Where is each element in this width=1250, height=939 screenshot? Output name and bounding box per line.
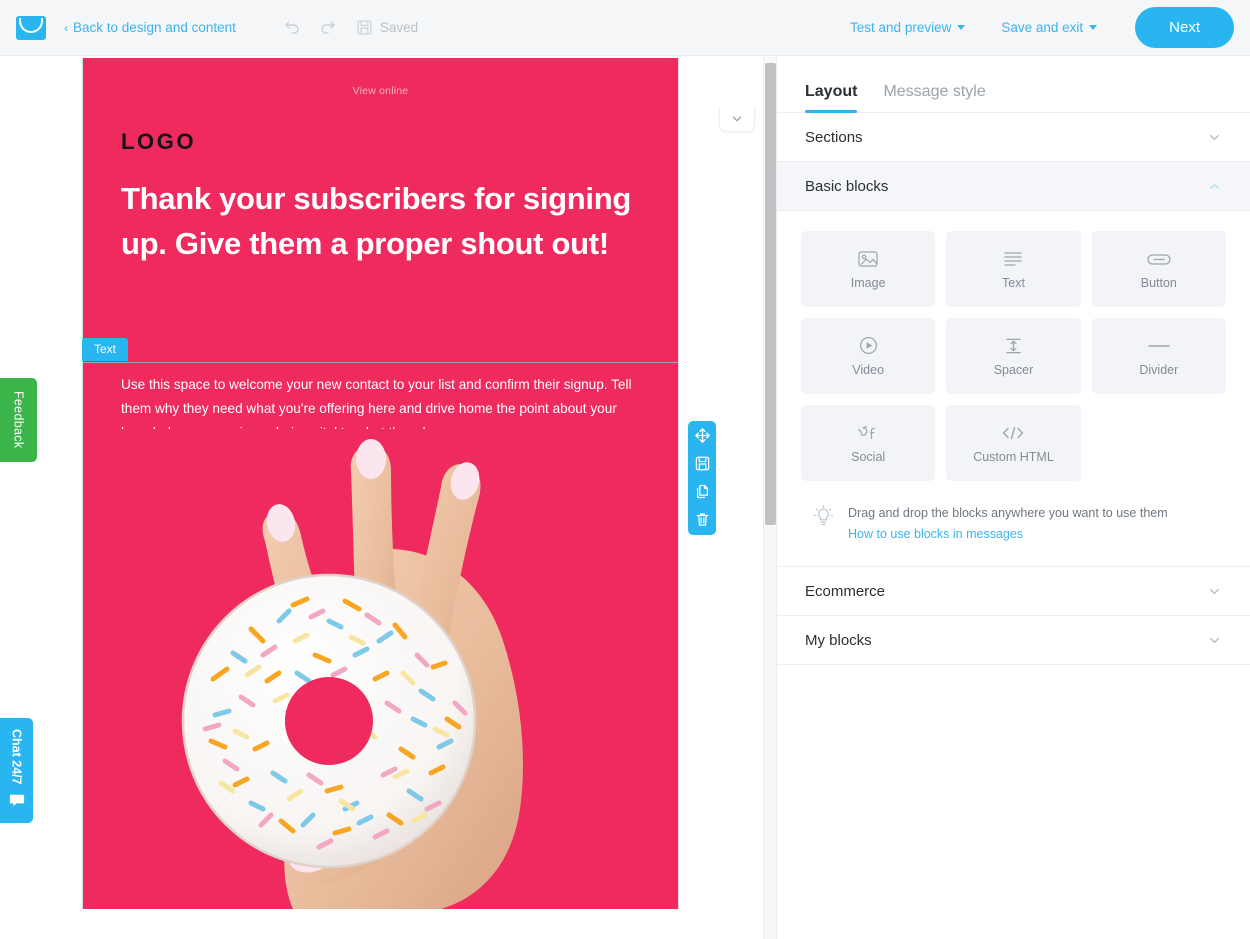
video-play-icon <box>858 336 879 356</box>
text-lines-icon <box>1002 249 1024 269</box>
layout-panel: Layout Message style Sections Basic bloc… <box>776 57 1250 939</box>
chat-tab-label: Chat 24/7 <box>9 729 24 785</box>
how-to-use-blocks-link[interactable]: How to use blocks in messages <box>848 527 1023 541</box>
floppy-disk-icon <box>356 19 373 36</box>
blocks-hint: Drag and drop the blocks anywhere you wa… <box>801 503 1226 544</box>
social-share-icon <box>855 423 881 443</box>
back-link-label: Back to design and content <box>73 20 236 35</box>
envelope-shape <box>19 17 43 33</box>
block-type-badge: Text <box>82 338 129 361</box>
block-divider[interactable]: Divider <box>1091 318 1226 394</box>
save-and-exit-menu[interactable]: Save and exit <box>983 20 1115 35</box>
topbar-actions: Test and preview Save and exit Next <box>832 7 1250 48</box>
block-spacer[interactable]: Spacer <box>946 318 1081 394</box>
basic-blocks-body: Image Text Button Video Spacer Divider S… <box>777 211 1250 568</box>
test-and-preview-label: Test and preview <box>850 20 952 35</box>
spacer-arrows-icon <box>1003 336 1024 356</box>
chevron-down-icon <box>1207 633 1222 648</box>
redo-icon[interactable] <box>318 18 338 38</box>
email-preview[interactable]: View online LOGO Thank your subscribers … <box>82 58 679 909</box>
lightbulb-icon <box>813 505 834 533</box>
block-text-label: Text <box>1002 275 1025 290</box>
basic-blocks-grid: Image Text Button Video Spacer Divider S… <box>801 231 1226 481</box>
canvas-scrollbar-thumb[interactable] <box>765 63 776 525</box>
duplicate-block-icon[interactable] <box>694 483 711 500</box>
chevron-left-icon: ‹ <box>64 20 68 35</box>
view-online-link[interactable]: View online <box>83 58 678 97</box>
chevron-down-icon <box>1089 25 1098 30</box>
back-to-design-link[interactable]: ‹ Back to design and content <box>64 20 236 35</box>
divider-line-icon <box>1146 336 1172 356</box>
button-pill-icon <box>1146 249 1172 269</box>
accordion-sections[interactable]: Sections <box>777 113 1250 162</box>
accordion-my-blocks[interactable]: My blocks <box>777 616 1250 666</box>
undo-icon[interactable] <box>282 18 302 38</box>
chevron-down-icon <box>1207 130 1222 145</box>
block-social[interactable]: Social <box>801 405 936 481</box>
block-video-label: Video <box>852 362 885 377</box>
chevron-down-icon <box>732 116 742 122</box>
hero-image[interactable] <box>83 429 678 909</box>
move-handle-icon[interactable] <box>694 427 711 444</box>
blocks-hint-text-wrap: Drag and drop the blocks anywhere you wa… <box>848 503 1168 544</box>
accordion-basic-blocks[interactable]: Basic blocks <box>777 162 1250 211</box>
accordion-sections-label: Sections <box>805 128 863 146</box>
collapse-preview-button[interactable] <box>719 107 755 132</box>
block-video[interactable]: Video <box>801 318 936 394</box>
save-status: Saved <box>356 19 418 36</box>
block-image[interactable]: Image <box>801 231 936 307</box>
feedback-tab-label: Feedback <box>11 391 26 449</box>
panel-tabs: Layout Message style <box>777 57 1250 113</box>
save-and-exit-label: Save and exit <box>1001 20 1084 35</box>
block-spacer-label: Spacer <box>993 362 1034 377</box>
block-toolbar <box>688 421 716 535</box>
block-custom-html[interactable]: Custom HTML <box>946 405 1081 481</box>
accordion-basic-blocks-label: Basic blocks <box>805 177 889 195</box>
test-and-preview-menu[interactable]: Test and preview <box>832 20 983 35</box>
accordion-ecommerce[interactable]: Ecommerce <box>777 567 1250 617</box>
email-logo-text[interactable]: LOGO <box>121 129 678 155</box>
block-button-label: Button <box>1140 275 1177 290</box>
chat-tab[interactable]: Chat 24/7 <box>0 718 33 823</box>
feedback-tab[interactable]: Feedback <box>0 378 37 462</box>
email-canvas: View online LOGO Thank your subscribers … <box>0 57 776 939</box>
history-controls <box>282 18 338 38</box>
chevron-down-icon <box>1207 584 1222 599</box>
blocks-hint-text: Drag and drop the blocks anywhere you wa… <box>848 506 1168 520</box>
save-block-icon[interactable] <box>694 455 711 472</box>
delete-block-icon[interactable] <box>694 511 711 528</box>
envelope-logo-icon[interactable] <box>16 15 46 40</box>
block-divider-label: Divider <box>1139 362 1179 377</box>
top-toolbar: ‹ Back to design and content Saved Test … <box>0 0 1250 56</box>
accordion-my-blocks-label: My blocks <box>805 631 872 649</box>
speech-bubble-icon <box>9 793 25 808</box>
email-headline[interactable]: Thank your subscribers for signing up. G… <box>121 177 640 267</box>
block-text[interactable]: Text <box>946 231 1081 307</box>
canvas-scrollbar[interactable] <box>763 57 776 939</box>
block-custom-html-label: Custom HTML <box>973 449 1054 464</box>
chevron-down-icon <box>957 25 966 30</box>
block-social-label: Social <box>851 449 886 464</box>
image-icon <box>857 249 879 269</box>
code-brackets-icon <box>1000 423 1026 443</box>
next-button[interactable]: Next <box>1135 7 1234 48</box>
tab-message-style[interactable]: Message style <box>883 83 985 112</box>
tab-layout[interactable]: Layout <box>805 83 858 113</box>
chevron-up-icon <box>1207 179 1222 194</box>
saved-label: Saved <box>379 20 419 35</box>
block-button[interactable]: Button <box>1091 231 1226 307</box>
block-image-label: Image <box>850 275 886 290</box>
accordion-ecommerce-label: Ecommerce <box>805 582 886 600</box>
